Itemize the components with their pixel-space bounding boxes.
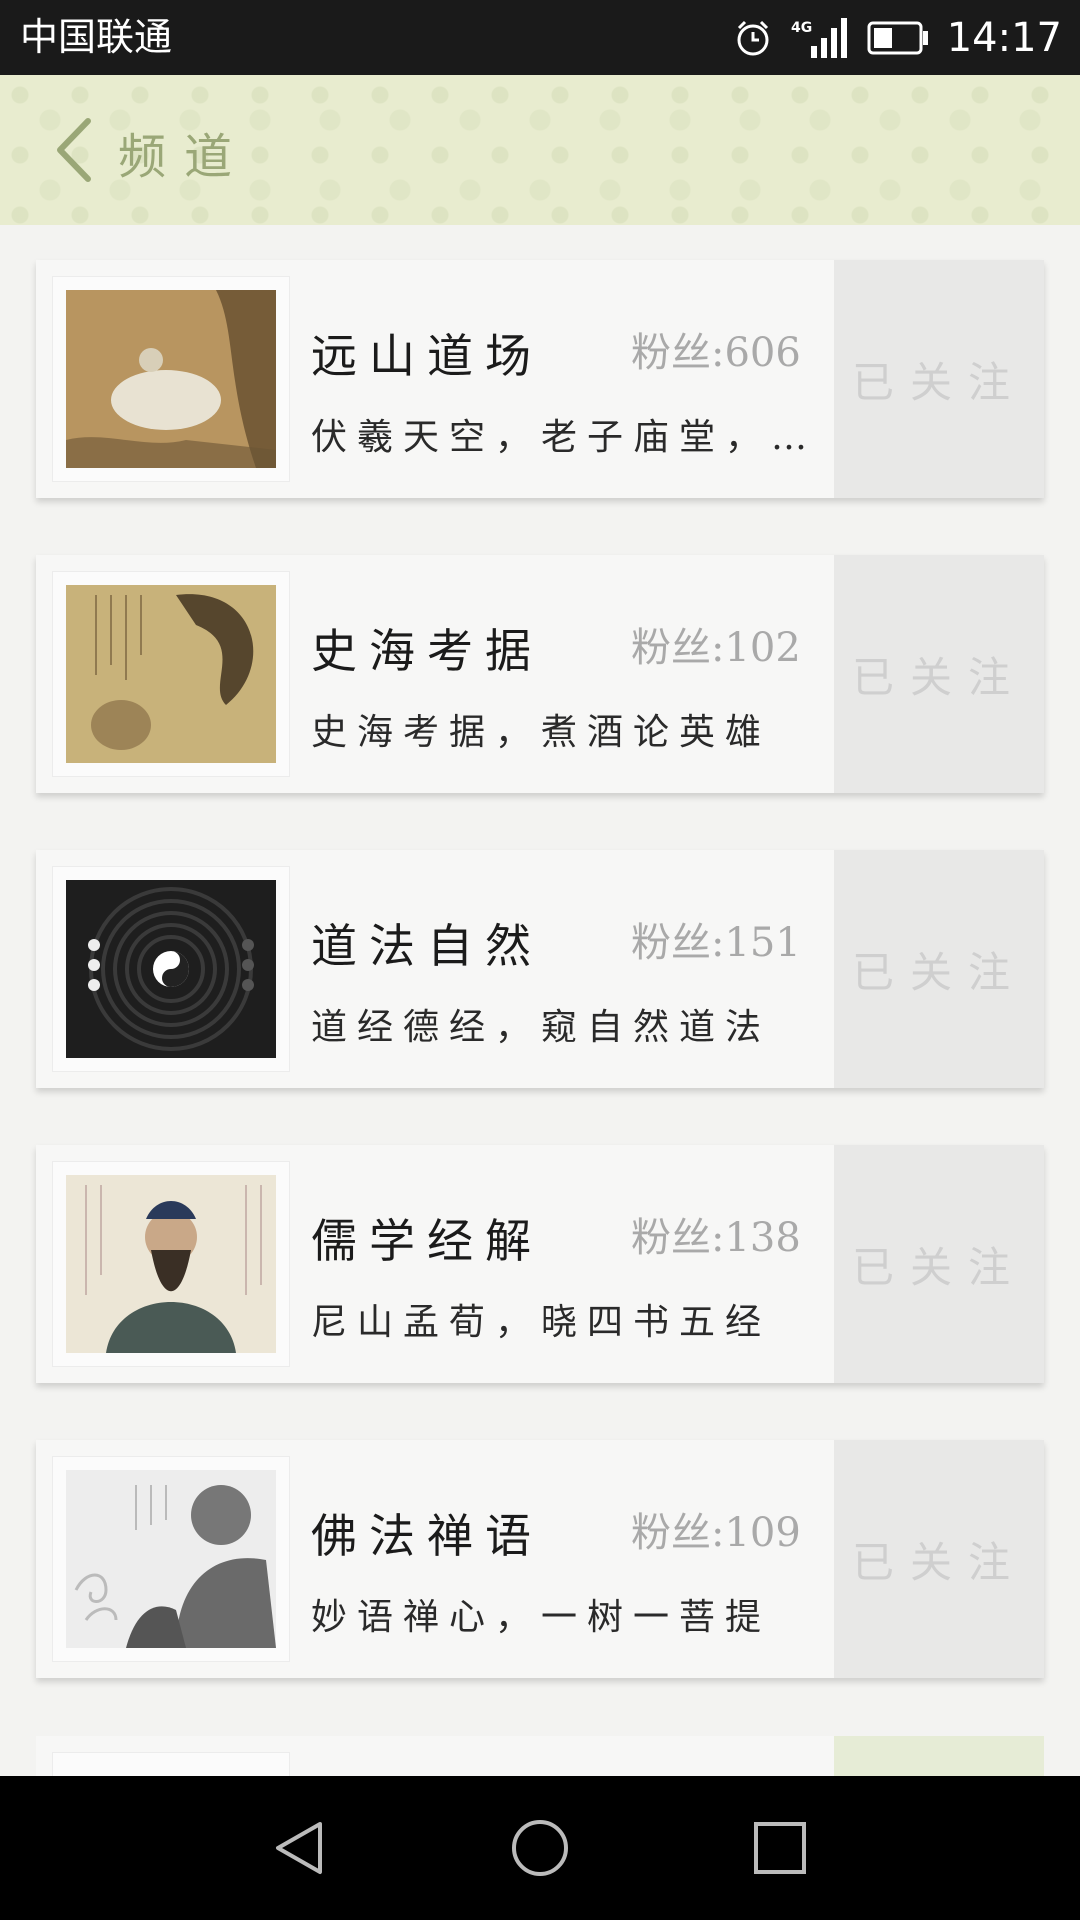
carrier-name: 中国联通 — [20, 15, 173, 59]
nav-home-icon[interactable] — [510, 1818, 570, 1878]
fan-count: 粉丝:109 — [631, 1510, 801, 1556]
fan-count: 粉丝:138 — [631, 1215, 801, 1261]
channel-card[interactable]: 道法自然 粉丝:151 道经德经，窥自然道法 已关注 — [36, 850, 1044, 1088]
signal-icon: 4G — [791, 16, 849, 60]
channel-card[interactable]: 远山道场 粉丝:606 伏羲天空，老子庙堂，… 已关注 — [36, 260, 1044, 498]
status-bar: 中国联通 4G 14:17 — [0, 0, 1080, 75]
channel-card[interactable]: 佛法禅语 粉丝:109 妙语禅心，一树一菩提 已关注 — [36, 1440, 1044, 1678]
channel-description: 道经德经，窥自然道法 — [311, 1007, 772, 1048]
fan-count: 粉丝:151 — [631, 920, 801, 966]
thumbnail-painting-sage — [66, 290, 276, 468]
followed-button[interactable]: 已关注 — [834, 1145, 1044, 1383]
thumbnail-frame — [52, 1161, 290, 1367]
nav-recents-icon[interactable] — [750, 1818, 810, 1878]
channel-description: 史海考据，煮酒论英雄 — [311, 712, 772, 753]
thumbnail-buddha-statue — [66, 1470, 276, 1648]
follow-button-partial[interactable] — [834, 1736, 1044, 1776]
fan-count: 粉丝:102 — [631, 625, 801, 671]
channel-description: 伏羲天空，老子庙堂，… — [311, 417, 818, 458]
channel-description: 尼山孟荀，晓四书五经 — [311, 1302, 772, 1343]
nav-back-icon[interactable] — [270, 1818, 330, 1878]
header-bar: 频道 — [0, 75, 1080, 225]
thumbnail-painting-scroll — [66, 585, 276, 763]
alarm-icon — [733, 18, 773, 58]
channel-card-partial[interactable] — [36, 1736, 1044, 1777]
thumbnail-yin-yang-zen-garden — [66, 880, 276, 1058]
channel-card[interactable]: 史海考据 粉丝:102 史海考据，煮酒论英雄 已关注 — [36, 555, 1044, 793]
channel-title: 远山道场 — [311, 329, 543, 383]
channel-title: 佛法禅语 — [311, 1509, 543, 1563]
channel-card[interactable]: 儒学经解 粉丝:138 尼山孟荀，晓四书五经 已关注 — [36, 1145, 1044, 1383]
thumbnail-frame — [52, 276, 290, 482]
thumbnail-frame — [52, 1456, 290, 1662]
followed-button[interactable]: 已关注 — [834, 850, 1044, 1088]
battery-icon — [867, 21, 929, 55]
svg-text:4G: 4G — [791, 20, 812, 36]
fan-count: 粉丝:606 — [631, 330, 801, 376]
thumbnail-frame — [52, 1752, 290, 1777]
clock-time: 14:17 — [946, 14, 1062, 61]
thumbnail-confucius-portrait — [66, 1175, 276, 1353]
back-arrow-icon[interactable] — [50, 115, 100, 185]
followed-button[interactable]: 已关注 — [834, 260, 1044, 498]
system-navigation-bar — [0, 1776, 1080, 1920]
thumbnail-frame — [52, 571, 290, 777]
thumbnail-frame — [52, 866, 290, 1072]
followed-button[interactable]: 已关注 — [834, 1440, 1044, 1678]
followed-button[interactable]: 已关注 — [834, 555, 1044, 793]
channel-description: 妙语禅心，一树一菩提 — [311, 1597, 772, 1638]
channel-title: 儒学经解 — [311, 1214, 543, 1268]
channel-title: 道法自然 — [311, 919, 543, 973]
page-title: 频道 — [118, 129, 251, 185]
channel-title: 史海考据 — [311, 624, 543, 678]
